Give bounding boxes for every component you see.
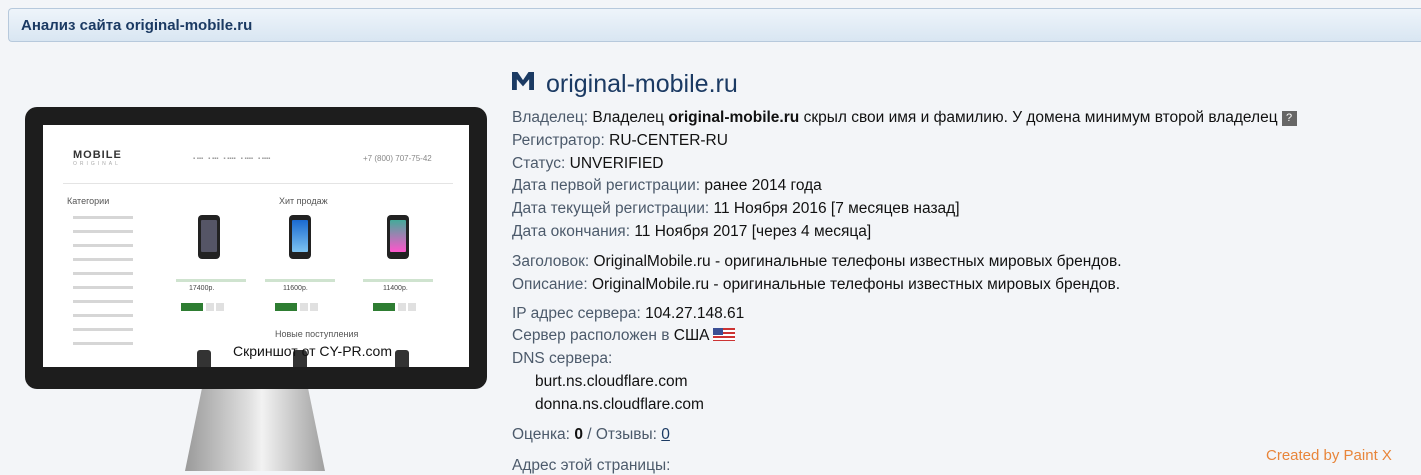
- screenshot-logo: MOBILE ORIGINAL: [73, 149, 122, 167]
- site-domain: original-mobile.ru: [546, 70, 738, 98]
- expiry-row: Дата окончания: 11 Ноября 2017 [через 4 …: [512, 223, 872, 240]
- screenshot-price: 11400р.: [383, 285, 408, 292]
- site-heading: original-mobile.ru: [512, 70, 738, 99]
- usa-flag-icon: [712, 328, 735, 341]
- dns-label: DNS сервера:: [512, 350, 613, 367]
- favicon-icon: [512, 72, 534, 90]
- meta-description-row: Описание: OriginalMobile.ru - оригинальн…: [512, 276, 1121, 293]
- screenshot-price: 11600р.: [283, 285, 308, 292]
- location-row: Сервер расположен в США: [512, 327, 735, 345]
- page-header: Анализ сайта original-mobile.ru: [8, 8, 1421, 42]
- screenshot-watermark: Скриншот от CY-PR.com: [233, 343, 392, 359]
- page-address-row: Адрес этой страницы:: [512, 457, 671, 474]
- status-row: Статус: UNVERIFIED: [512, 155, 664, 172]
- dns-server: burt.ns.cloudflare.com: [535, 373, 688, 390]
- credit-text: Created by Paint X: [1266, 447, 1392, 464]
- rating-value: 0: [574, 426, 583, 443]
- help-icon[interactable]: ?: [1281, 111, 1297, 126]
- page-title: Анализ сайта original-mobile.ru: [21, 17, 253, 34]
- registrar-row: Регистратор: RU-CENTER-RU: [512, 132, 728, 149]
- reviews-link[interactable]: 0: [661, 426, 670, 443]
- meta-title-row: Заголовок: OriginalMobile.ru - оригиналь…: [512, 253, 1122, 270]
- screenshot-phone: +7 (800) 707-75-42: [363, 154, 432, 163]
- screenshot-product-phone: [289, 215, 311, 259]
- dns-server: donna.ns.cloudflare.com: [535, 396, 704, 413]
- screenshot-category-list: [73, 216, 133, 356]
- ip-row: IP адрес сервера: 104.27.148.61: [512, 305, 745, 322]
- screenshot-categories: Категории: [67, 196, 110, 206]
- screenshot-nav: ▪ ▪▪▪ ▪ ▪▪▪ ▪ ▪▪▪▪ ▪ ▪▪▪▪ ▪ ▪▪▪▪: [193, 156, 271, 162]
- screenshot-new-arrivals: Новые поступления: [275, 329, 359, 339]
- current-registration-row: Дата текущей регистрации: 11 Ноября 2016…: [512, 200, 960, 217]
- rating-row: Оценка: 0 / Отзывы: 0: [512, 426, 670, 443]
- first-registration-row: Дата первой регистрации: ранее 2014 года: [512, 177, 822, 194]
- site-screenshot: MOBILE ORIGINAL ▪ ▪▪▪ ▪ ▪▪▪ ▪ ▪▪▪▪ ▪ ▪▪▪▪…: [43, 125, 469, 367]
- screenshot-hits: Хит продаж: [279, 196, 328, 206]
- screenshot-product-phone: [387, 215, 409, 259]
- site-screenshot-monitor: MOBILE ORIGINAL ▪ ▪▪▪ ▪ ▪▪▪ ▪ ▪▪▪▪ ▪ ▪▪▪▪…: [25, 107, 487, 389]
- screenshot-product-phone: [198, 215, 220, 259]
- screenshot-price: 17400р.: [189, 285, 215, 292]
- owner-row: Владелец: Владелец original-mobile.ru ск…: [512, 109, 1297, 127]
- monitor-stand: [185, 389, 325, 471]
